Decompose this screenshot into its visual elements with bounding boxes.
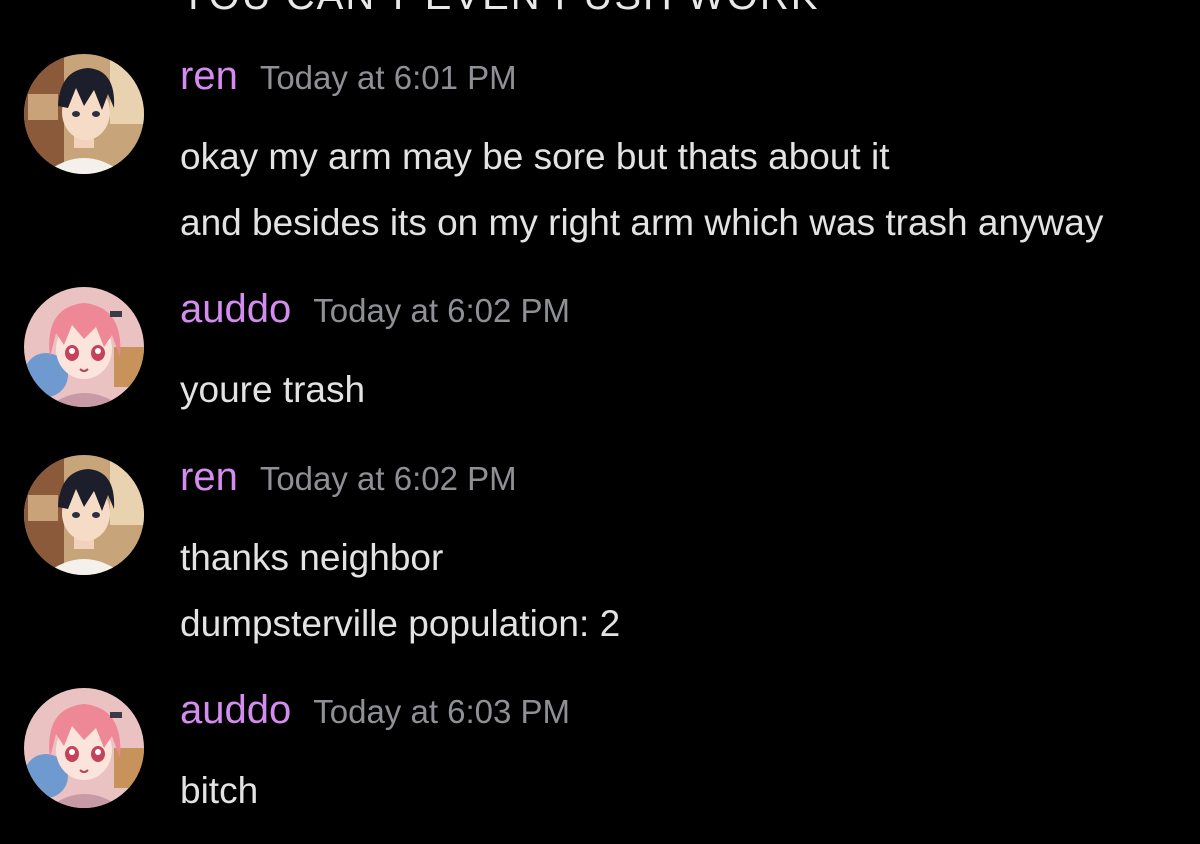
message-header: auddo Today at 6:02 PM [180, 287, 570, 332]
username[interactable]: ren [180, 54, 238, 99]
message-text: thanks neighbor [180, 537, 444, 578]
timestamp: Today at 6:03 PM [313, 693, 571, 730]
message-header: ren Today at 6:02 PM [180, 455, 517, 500]
username[interactable]: auddo [180, 287, 291, 332]
timestamp: Today at 6:02 PM [313, 292, 571, 329]
message-text: okay my arm may be sore but thats about … [180, 136, 890, 177]
auddo-avatar-image [24, 287, 144, 407]
chat-messages: YOU CAN'T EVEN PUSH WORK ren Today at 6:… [0, 0, 1200, 844]
message-header: auddo Today at 6:03 PM [180, 688, 570, 733]
username[interactable]: ren [180, 455, 238, 500]
auddo-avatar-image [24, 688, 144, 808]
username[interactable]: auddo [180, 688, 291, 733]
ren-avatar-image [24, 54, 144, 174]
cut-off-message-text: YOU CAN'T EVEN PUSH WORK [180, 0, 819, 19]
timestamp: Today at 6:02 PM [259, 460, 517, 497]
message-text: and besides its on my right arm which wa… [180, 202, 1104, 243]
ren-avatar[interactable] [24, 455, 144, 575]
message-text: youre trash [180, 369, 366, 410]
auddo-avatar[interactable] [24, 688, 144, 808]
message-header: ren Today at 6:01 PM [180, 54, 517, 99]
auddo-avatar[interactable] [24, 287, 144, 407]
message-text: bitch [180, 770, 259, 811]
timestamp: Today at 6:01 PM [259, 59, 517, 96]
ren-avatar[interactable] [24, 54, 144, 174]
ren-avatar-image [24, 455, 144, 575]
message-text: dumpsterville population: 2 [180, 603, 621, 644]
